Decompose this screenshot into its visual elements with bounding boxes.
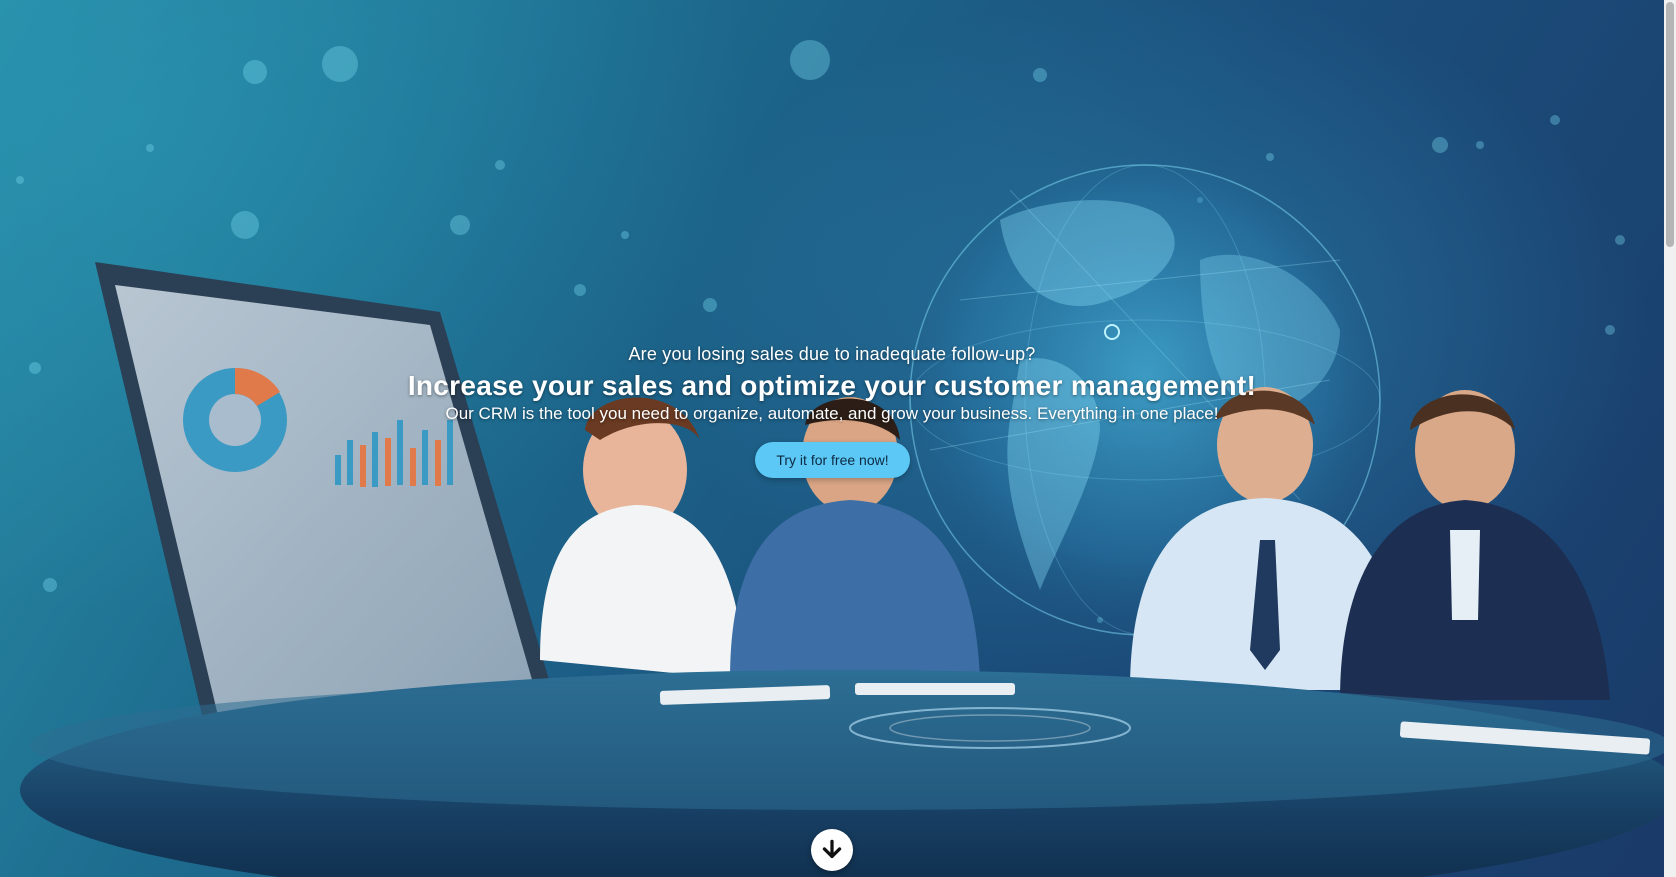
hero-background-illustration — [16, 40, 1664, 877]
hero-subhead: Our CRM is the tool you need to organize… — [445, 404, 1219, 423]
hero-text-block: Are you losing sales due to inadequate f… — [0, 343, 1664, 425]
scroll-down-button[interactable] — [811, 829, 853, 871]
scrollbar-thumb[interactable] — [1666, 2, 1674, 247]
try-free-button[interactable]: Try it for free now! — [755, 442, 910, 478]
hero-headline: Increase your sales and optimize your cu… — [407, 370, 1257, 401]
hero-section: Are you losing sales due to inadequate f… — [0, 0, 1664, 877]
arrow-down-icon — [822, 839, 842, 859]
hero-eyebrow: Are you losing sales due to inadequate f… — [628, 344, 1036, 364]
page-scrollbar[interactable] — [1664, 0, 1676, 877]
